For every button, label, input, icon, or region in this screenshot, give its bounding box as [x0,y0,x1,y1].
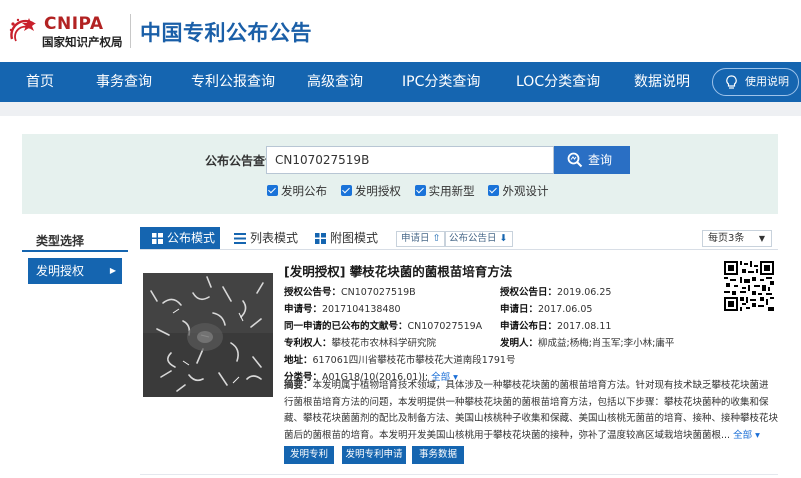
main-content: 公布公告查询 查询 发明公布 发明授权 实用新型 外观设计 类型选择 发明授权 … [0,116,801,478]
same-application-doc: 同一申请的已公布的文献号：CN107027519A [284,321,483,332]
nav-item-data-description[interactable]: 数据说明 [634,62,690,102]
nav-item-affairs-query[interactable]: 事务查询 [96,62,152,102]
checkbox-checked-icon [488,185,500,196]
filter-utility-model[interactable]: 实用新型 [414,183,475,199]
tab-list-mode[interactable]: 列表模式 [234,227,298,249]
sort-by-pub-date[interactable]: 公布公告日 ⬇ [444,231,513,247]
caret-down-icon: ▾ [755,429,760,441]
filter-invention-publication[interactable]: 发明公布 [267,183,327,199]
tab-figure-mode[interactable]: 附图模式 [315,227,378,249]
grant-pub-no: 授权公告号：CN107027519B [284,287,416,298]
address: 地址：617061四川省攀枝花市攀枝花大道南段1791号 [284,355,516,366]
checkbox-checked-icon [414,185,426,196]
search-panel: 公布公告查询 查询 发明公布 发明授权 实用新型 外观设计 [22,134,778,214]
chevron-down-icon: ▼ [758,234,765,243]
invention-application-button[interactable]: 发明专利申请 [342,446,406,464]
sidebar-item-label: 发明授权 [36,264,85,278]
nav-item-loc-query[interactable]: LOC分类查询 [516,62,600,102]
logo-cn-text: 国家知识产权局 [42,35,123,49]
lightbulb-icon [726,75,737,89]
logo-en-text: CNIPA [44,14,104,34]
nav-item-ipc-query[interactable]: IPC分类查询 [402,62,480,102]
nav-item-advanced-query[interactable]: 高级查询 [307,62,363,102]
nav-item-home[interactable]: 首页 [26,62,54,102]
site-header: CNIPA 国家知识产权局 中国专利公布公告 [0,0,801,62]
search-input[interactable] [266,146,554,174]
type-filters: 发明公布 发明授权 实用新型 外观设计 [267,183,558,199]
site-title: 中国专利公布公告 [140,21,312,45]
chevron-right-icon: ▶ [109,266,116,275]
patentee: 专利权人：攀枝花市农林科学研究院 [284,338,437,349]
help-button-label: 使用说明 [745,75,789,88]
search-button-label: 查询 [588,153,613,167]
invention-patent-button[interactable]: 发明专利 [284,446,334,464]
help-button[interactable]: 使用说明 [712,68,799,96]
header-divider [130,14,131,48]
tiles-icon [315,233,326,244]
page-gap [0,102,801,116]
abstract: 摘要：本发明属于植物培育技术领域，具体涉及一种攀枝花块菌的菌根苗培育方法。针对现… [284,380,779,441]
sidebar-item-invention-grant[interactable]: 发明授权 ▶ [28,258,122,284]
filter-invention-grant[interactable]: 发明授权 [340,183,401,199]
affairs-data-button[interactable]: 事务数据 [412,446,464,464]
main-nav: 首页 事务查询 专利公报查询 高级查询 IPC分类查询 LOC分类查询 数据说明… [0,62,801,102]
checkbox-checked-icon [340,185,352,196]
result-title[interactable]: [发明授权] 攀枝花块菌的菌根苗培育方法 [284,261,512,280]
search-icon [567,152,583,168]
patent-figure-thumbnail[interactable] [143,273,273,397]
list-icon [234,233,246,244]
sort-arrow-down-icon: ⬇ [499,233,508,244]
result-divider [140,474,778,475]
nav-item-gazette-query[interactable]: 专利公报查询 [191,62,275,102]
sort-arrow-up-icon: ⇧ [432,233,441,244]
grant-pub-date: 授权公告日：2019.06.25 [500,287,612,298]
cnipa-logo[interactable]: CNIPA 国家知识产权局 [8,14,126,50]
application-pub-date: 申请公布日：2017.08.11 [500,321,612,332]
checkbox-checked-icon [267,185,278,196]
sort-by-apply-date[interactable]: 申请日 ⇧ [396,231,446,247]
sidebar-heading: 类型选择 [22,232,128,252]
search-button[interactable]: 查询 [554,146,630,174]
inventor: 发明人：柳成益;杨梅;肖玉军;李小林;庸平 [500,338,675,349]
figure-image [143,273,273,397]
application-no: 申请号：2017104138480 [284,304,401,315]
cnipa-star-icon [9,18,36,42]
filter-design[interactable]: 外观设计 [488,183,548,199]
abstract-all-link[interactable]: 全部 [733,430,752,441]
qr-code [724,261,774,311]
view-toolbar: 公布模式 列表模式 附图模式 申请日 ⇧ 公布公告日 ⬇ 每页3条 ▼ [140,227,778,250]
application-date: 申请日：2017.06.05 [500,304,593,315]
per-page-select[interactable]: 每页3条 ▼ [702,230,772,247]
grid-icon [152,233,163,244]
tab-publication-mode[interactable]: 公布模式 [140,227,220,249]
